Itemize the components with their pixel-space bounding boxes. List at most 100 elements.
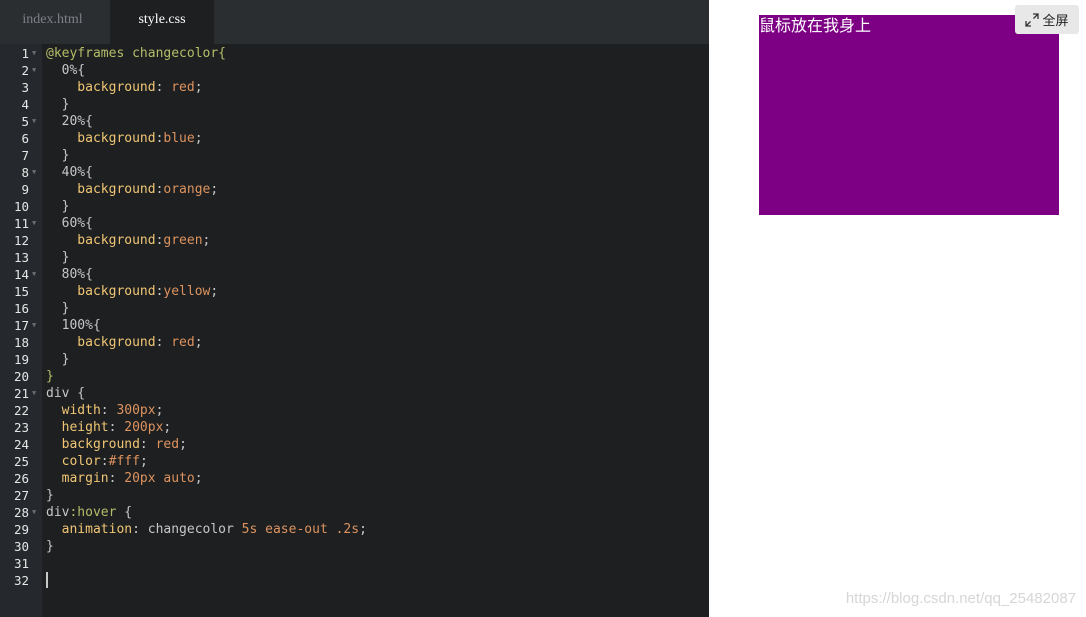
fold-arrow-icon[interactable]: ▼ (32, 45, 36, 62)
line-number: 3 (21, 80, 29, 95)
code-text: 60%{ (46, 215, 93, 232)
line-number: 29 (13, 522, 29, 537)
code-line: 1 ▼ @keyframes changecolor{ (0, 45, 709, 62)
code-token: ; (194, 335, 203, 350)
code-text: width: 300px; (46, 402, 164, 419)
code-line: 15 background:yellow; (0, 283, 709, 300)
hover-demo-box[interactable]: 鼠标放在我身上 (759, 15, 1059, 215)
fold-arrow-icon[interactable]: ▼ (32, 215, 36, 232)
code-text: } (46, 538, 54, 555)
code-line: 4 } (0, 96, 709, 113)
code-token: } (46, 352, 70, 367)
code-text: margin: 20px auto; (46, 470, 203, 487)
code-text: } (46, 368, 54, 385)
code-text: } (46, 351, 70, 368)
code-token: red (171, 335, 195, 350)
expand-icon (1025, 12, 1040, 27)
code-token: } (46, 301, 70, 316)
code-text: background: red; (46, 334, 203, 351)
code-token: 80%{ (46, 267, 93, 282)
code-text: } (46, 198, 70, 215)
line-number: 7 (21, 148, 29, 163)
code-line: 5 ▼ 20%{ (0, 113, 709, 130)
code-line: 12 background:green; (0, 232, 709, 249)
line-number: 15 (13, 284, 29, 299)
code-token: : (108, 471, 125, 486)
code-line: 21 ▼ div { (0, 385, 709, 402)
code-token: ; (155, 403, 164, 418)
code-area[interactable]: 1 ▼ @keyframes changecolor{2 ▼ 0%{3 backgro… (0, 44, 709, 589)
code-token: green (163, 233, 203, 248)
code-line: 24 background: red; (0, 436, 709, 453)
tab-index-html[interactable]: index.html (0, 0, 105, 44)
code-token: height (46, 420, 109, 435)
watermark: https://blog.csdn.net/qq_25482087 (845, 590, 1076, 607)
line-number: 8 (21, 165, 29, 180)
line-number: 17 (13, 318, 29, 333)
code-line: 19 } (0, 351, 709, 368)
tab-bar: index.html style.css (0, 0, 709, 44)
code-line: 9 background:orange; (0, 181, 709, 198)
code-text: background:green; (46, 232, 210, 249)
code-line: 2 ▼ 0%{ (0, 62, 709, 79)
code-text: background: red; (46, 79, 202, 96)
code-token: } (46, 539, 54, 554)
code-token: background (46, 437, 140, 452)
code-token: ; (179, 437, 187, 452)
fold-arrow-icon[interactable]: ▼ (32, 266, 36, 283)
line-number: 32 (13, 573, 29, 588)
line-number: 28 (13, 505, 29, 520)
code-token: ; (202, 233, 211, 248)
fold-arrow-icon[interactable]: ▼ (32, 62, 36, 79)
code-token: red (155, 437, 180, 452)
code-token: 20px auto (124, 471, 195, 486)
code-text: } (46, 487, 54, 504)
code-token: div (46, 505, 70, 520)
fullscreen-label: 全屏 (1042, 14, 1069, 29)
fold-arrow-icon[interactable]: ▼ (32, 164, 36, 181)
code-token: :hover (69, 505, 117, 520)
code-token: 60%{ (46, 216, 93, 231)
code-text: @keyframes changecolor{ (46, 45, 226, 62)
fold-arrow-icon[interactable]: ▼ (32, 113, 36, 130)
fold-arrow-icon[interactable]: ▼ (32, 504, 36, 521)
tab-style-css[interactable]: style.css (110, 0, 214, 44)
line-number: 11 (13, 216, 29, 231)
line-number: 19 (13, 352, 29, 367)
code-token: ; (194, 471, 203, 486)
preview-pane: 鼠标放在我身上 全屏 https://blog.csdn.net/qq_2548… (709, 0, 1086, 617)
line-number: 1 (21, 46, 29, 61)
code-line: 17 ▼ 100%{ (0, 317, 709, 334)
line-number: 18 (13, 335, 29, 350)
code-token: : changecolor (132, 522, 242, 537)
code-editor[interactable]: index.html style.css 1 ▼ @keyframes change… (0, 0, 709, 617)
code-text: background: red; (46, 436, 187, 453)
line-number: 23 (13, 420, 29, 435)
code-token: : (108, 420, 125, 435)
code-token: background (46, 80, 156, 95)
fullscreen-button[interactable]: 全屏 (1015, 5, 1079, 34)
line-number: 24 (13, 437, 29, 452)
code-line: 6 background:blue; (0, 130, 709, 147)
code-line: 20} (0, 368, 709, 385)
code-token: background (46, 131, 156, 146)
code-token: yellow (163, 284, 211, 299)
fold-arrow-icon[interactable]: ▼ (32, 317, 36, 334)
code-line: 10 } (0, 198, 709, 215)
code-line: 23 height: 200px; (0, 419, 709, 436)
code-token: 5s ease-out .2s (241, 522, 360, 537)
text-cursor (46, 572, 48, 588)
code-token: ; (210, 182, 219, 197)
code-text: } (46, 96, 70, 113)
code-token: } (46, 488, 54, 503)
code-text: 0%{ (46, 62, 86, 79)
line-number: 9 (21, 182, 29, 197)
code-line: 27} (0, 487, 709, 504)
code-token: ; (210, 284, 219, 299)
code-line: 8 ▼ 40%{ (0, 164, 709, 181)
line-number: 31 (13, 556, 29, 571)
fold-arrow-icon[interactable]: ▼ (32, 385, 36, 402)
code-line: 18 background: red; (0, 334, 709, 351)
code-token: 20%{ (46, 114, 93, 129)
code-text: div { (46, 385, 85, 402)
